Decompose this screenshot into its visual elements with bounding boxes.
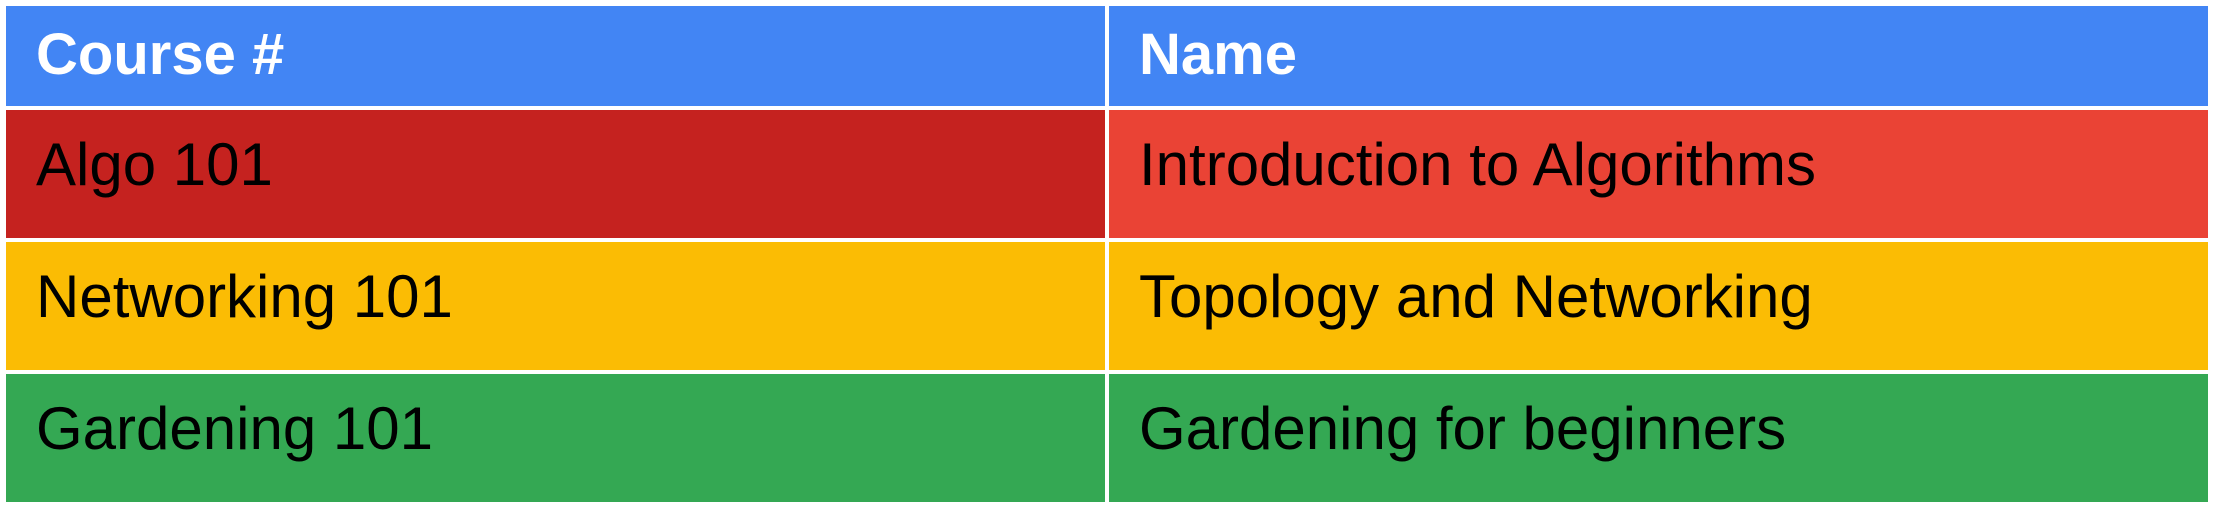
- course-number: Algo 101: [36, 130, 273, 198]
- course-number: Gardening 101: [36, 394, 433, 462]
- table-cell-name: Gardening for beginners: [1109, 374, 2208, 502]
- table-cell-course: Algo 101: [6, 110, 1105, 238]
- header-label-course-number: Course #: [36, 21, 285, 87]
- course-table: Course # Name Algo 101 Introduction to A…: [6, 6, 2208, 502]
- course-name: Topology and Networking: [1139, 262, 1813, 330]
- table-cell-course: Networking 101: [6, 242, 1105, 370]
- table-cell-course: Gardening 101: [6, 374, 1105, 502]
- course-number: Networking 101: [36, 262, 453, 330]
- course-name: Introduction to Algorithms: [1139, 130, 1817, 198]
- table-cell-name: Introduction to Algorithms: [1109, 110, 2208, 238]
- header-cell-name: Name: [1109, 6, 2208, 106]
- header-cell-course-number: Course #: [6, 6, 1105, 106]
- table-cell-name: Topology and Networking: [1109, 242, 2208, 370]
- course-name: Gardening for beginners: [1139, 394, 1787, 462]
- header-label-name: Name: [1139, 21, 1297, 87]
